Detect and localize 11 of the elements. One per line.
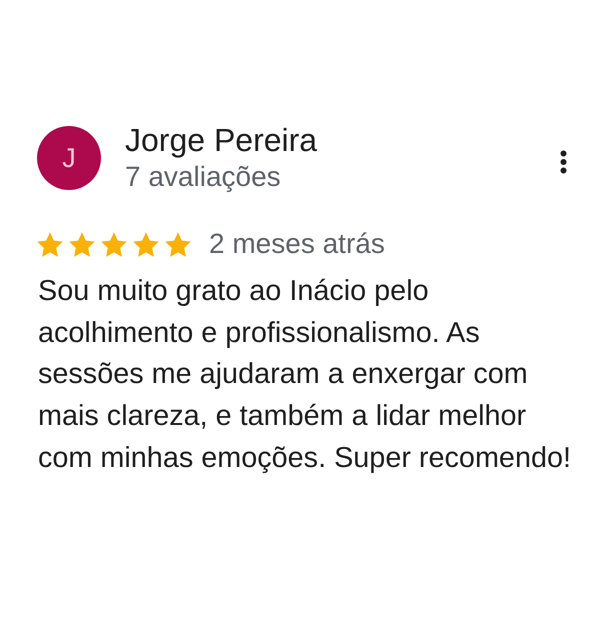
star-filled-icon — [37, 232, 63, 256]
kebab-menu-icon — [560, 150, 567, 174]
review-date: 2 meses atrás — [209, 228, 385, 260]
star-filled-icon — [69, 232, 95, 256]
review-count: 7 avaliações — [125, 161, 282, 193]
review-text: Sou muito grato ao Inácio pelo acolhimento e profissionalismo. As sessões me ajudaram a enxergar com mais clareza, e também a lidar melhor com minhas emoções. Super recomendo! — [38, 274, 572, 476]
star-filled-icon — [165, 232, 191, 256]
author-name: Jorge Pereira — [125, 122, 318, 158]
star-filled-icon — [133, 232, 159, 256]
avatar-circle: J — [37, 126, 101, 190]
star-filled-icon — [101, 232, 127, 256]
